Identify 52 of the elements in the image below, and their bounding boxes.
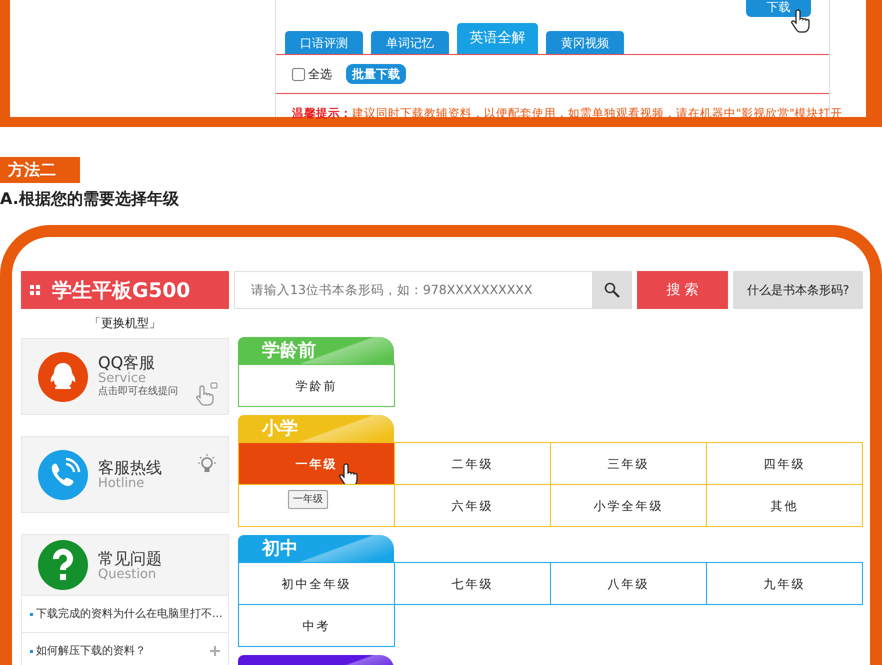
card-title: QQ客服 (98, 354, 156, 372)
contact-card[interactable]: QQ客服 Service 点击即可在线提问 (21, 338, 229, 415)
select-all-checkbox[interactable] (292, 68, 305, 80)
search-icon (604, 282, 620, 298)
grade-option[interactable]: 七年级 (394, 562, 551, 605)
card-subtitle: Question (98, 568, 158, 580)
batch-download-button[interactable]: 批量下载 (346, 64, 406, 84)
search-field[interactable]: 请输入13位书本条形码，如：978XXXXXXXXXX (234, 271, 592, 309)
tab[interactable]: 单词记忆 (371, 31, 449, 54)
bullet-icon (30, 612, 33, 616)
grade-option[interactable]: 其他 (706, 484, 863, 527)
search-button[interactable]: 搜 索 (637, 271, 728, 309)
contact-card[interactable]: 常见问题 Question (21, 534, 229, 596)
pointing-hand-icon (196, 382, 218, 406)
tooltip: 一年级 (288, 490, 328, 509)
card-subtitle: Service (98, 372, 148, 385)
faq-question[interactable]: 下载完成的资料为什么在电脑里打不... (36, 606, 222, 622)
penguin-icon (38, 352, 88, 402)
grade-option[interactable]: 四年级 (706, 442, 863, 485)
question-icon (38, 540, 88, 590)
lightbulb-icon (198, 453, 216, 475)
card-title: 常见问题 (98, 550, 162, 568)
grade-option[interactable]: 九年级 (706, 562, 863, 605)
hand-cursor-icon (791, 9, 811, 34)
grade-option[interactable]: 一年级 (238, 442, 395, 485)
tab[interactable]: 口语评测 (285, 31, 363, 54)
model-name: 学生平板G500 (52, 277, 190, 304)
card-note: 点击即可在线提问 (98, 385, 178, 399)
change-model-link[interactable]: 「更换机型」 (21, 315, 229, 331)
instruction-heading: A.根据您的需要选择年级 (0, 188, 180, 210)
faq-question[interactable]: 如何解压下载的资料？ (36, 642, 146, 660)
tab[interactable]: 黄冈视频 (546, 31, 624, 54)
grade-option[interactable]: 学龄前 (238, 364, 395, 407)
tip-text: 温馨提示：建议同时下载教辅资料，以便配套使用，如需单独观看视频，请在机器中"影视欣赏"模块打开 (292, 107, 843, 120)
grade-option[interactable]: 初中全年级 (238, 562, 395, 605)
card-subtitle: Hotline (98, 477, 146, 490)
grade-option[interactable]: 八年级 (550, 562, 707, 605)
barcode-help-button[interactable]: 什么是书本条形码? (733, 271, 863, 309)
search-icon-button[interactable] (592, 271, 632, 309)
faq-item[interactable]: 如何解压下载的资料？ (21, 633, 229, 665)
grade-option[interactable]: 一年级 (238, 484, 395, 527)
method-label: 方法二 (0, 157, 80, 183)
contact-card[interactable]: 客服热线 Hotline (21, 436, 229, 513)
plus-icon (210, 646, 220, 656)
select-all-label[interactable]: 全选 (308, 65, 332, 83)
grade-option[interactable]: 中考 (238, 604, 395, 647)
card-title: 客服热线 (98, 459, 162, 477)
download-button[interactable]: 下载 (746, 0, 811, 17)
grid-icon (30, 285, 40, 295)
faq-item[interactable]: 下载完成的资料为什么在电脑里打不... (21, 596, 229, 633)
bullet-icon (30, 650, 33, 652)
phone-icon (38, 450, 88, 500)
